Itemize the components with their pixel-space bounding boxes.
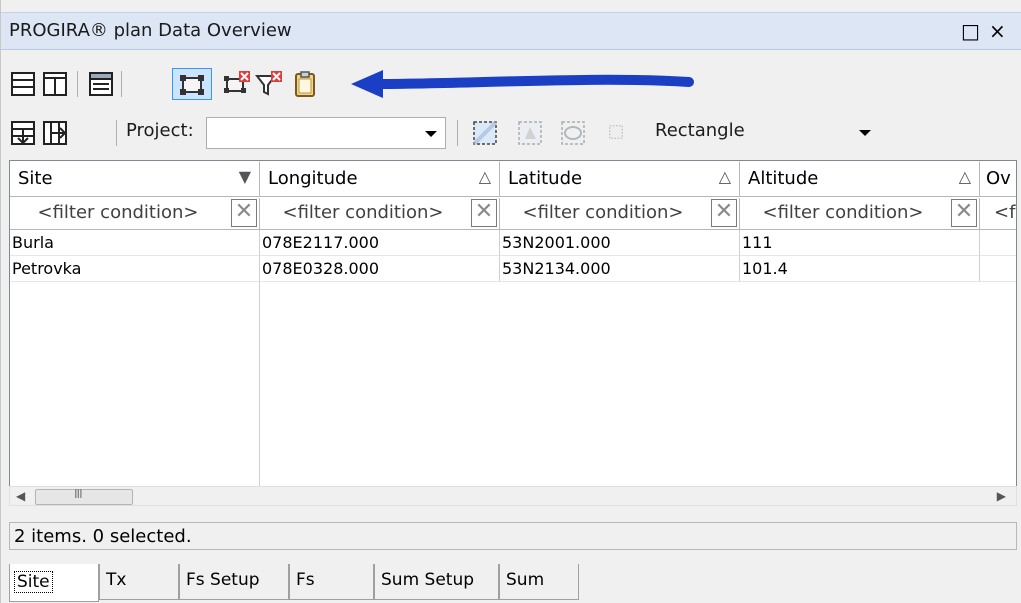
toolbar-separator xyxy=(121,71,122,97)
cell-ov[interactable] xyxy=(980,230,1016,256)
insert-column-icon[interactable] xyxy=(41,119,69,147)
draw-ellipse-icon[interactable] xyxy=(559,119,587,147)
title-bar: PROGIRA® plan Data Overview □ × xyxy=(1,12,1021,50)
column-header-latitude[interactable]: Latitude △ xyxy=(500,161,740,197)
chevron-down-icon xyxy=(859,130,871,136)
cell-site[interactable]: Burla xyxy=(10,230,260,256)
tab-tx[interactable]: Tx xyxy=(99,564,179,600)
select-rectangle-icon[interactable] xyxy=(172,68,212,100)
sort-none-icon: △ xyxy=(718,167,731,186)
status-bar: 2 items. 0 selected. xyxy=(9,522,1017,550)
column-header-site[interactable]: Site ▼ xyxy=(10,161,260,197)
status-text: 2 items. 0 selected. xyxy=(14,526,192,547)
clear-filter-icon[interactable]: ✕ xyxy=(951,199,977,227)
toolbar-separator xyxy=(116,120,117,146)
split-vertical-icon[interactable] xyxy=(41,70,69,98)
sort-descending-icon: ▼ xyxy=(238,167,251,186)
horizontal-scrollbar[interactable]: ◀ III ▶ xyxy=(9,486,1017,506)
close-button[interactable]: × xyxy=(989,18,1006,44)
toolbar-separator xyxy=(457,120,458,146)
list-view-icon[interactable] xyxy=(87,70,115,98)
draw-rectangle-icon[interactable] xyxy=(471,119,499,147)
data-grid: Site ▼ Longitude △ Latitude △ Altitude △… xyxy=(9,160,1017,490)
restore-button[interactable]: □ xyxy=(961,18,980,44)
scrollbar-thumb[interactable]: III xyxy=(35,487,133,505)
filter-cell-site[interactable]: <filter condition> ✕ xyxy=(10,198,260,230)
column-header-ov[interactable]: Ov xyxy=(980,161,1016,197)
cell-altitude[interactable]: 101.4 xyxy=(740,256,980,282)
clipboard-icon[interactable] xyxy=(291,70,319,98)
filter-cell-altitude[interactable]: <filter condition> ✕ xyxy=(740,198,980,230)
column-header-altitude[interactable]: Altitude △ xyxy=(740,161,980,197)
cell-latitude[interactable]: 53N2134.000 xyxy=(500,256,740,282)
filter-cell-ov[interactable]: <f xyxy=(980,198,1016,230)
bottom-tabs: Site Tx Fs Setup Fs Sum Setup Sum xyxy=(9,564,1017,602)
scroll-left-icon[interactable]: ◀ xyxy=(16,489,25,503)
annotation-arrow-icon xyxy=(351,70,694,98)
scroll-right-icon[interactable]: ▶ xyxy=(997,489,1006,503)
tab-fs-setup[interactable]: Fs Setup xyxy=(179,564,289,600)
sort-none-icon: △ xyxy=(478,167,491,186)
data-overview-window: PROGIRA® plan Data Overview □ × Project:… xyxy=(0,0,1021,603)
cell-longitude[interactable]: 078E0328.000 xyxy=(260,256,500,282)
column-header-longitude[interactable]: Longitude △ xyxy=(260,161,500,197)
tab-sum-setup[interactable]: Sum Setup xyxy=(374,564,499,600)
shape-select-value[interactable]: Rectangle xyxy=(655,120,745,141)
cell-site[interactable]: Petrovka xyxy=(10,256,260,282)
window-title: PROGIRA® plan Data Overview xyxy=(9,20,292,41)
tab-fs[interactable]: Fs xyxy=(289,564,374,600)
cell-longitude[interactable]: 078E2117.000 xyxy=(260,230,500,256)
clear-filter-icon[interactable]: ✕ xyxy=(471,199,497,227)
project-label: Project: xyxy=(126,120,194,141)
table-row[interactable]: Burla 078E2117.000 53N2001.000 111 xyxy=(10,230,1016,256)
clear-selection-icon[interactable] xyxy=(223,70,251,98)
tab-sum[interactable]: Sum xyxy=(499,564,579,600)
filter-cell-latitude[interactable]: <filter condition> ✕ xyxy=(500,198,740,230)
shape-select[interactable] xyxy=(831,117,891,149)
table-row[interactable]: Petrovka 078E0328.000 53N2134.000 101.4 xyxy=(10,256,1016,282)
insert-row-icon[interactable] xyxy=(9,119,37,147)
cell-ov[interactable] xyxy=(980,256,1016,282)
clear-filter-icon[interactable] xyxy=(255,70,283,98)
sort-none-icon: △ xyxy=(958,167,971,186)
split-horizontal-icon[interactable] xyxy=(9,70,37,98)
clear-filter-icon[interactable]: ✕ xyxy=(711,199,737,227)
tab-site[interactable]: Site xyxy=(9,564,99,602)
project-toolbar: Project: Rectangle xyxy=(1,112,1021,154)
chevron-down-icon xyxy=(425,131,437,137)
filter-cell-longitude[interactable]: <filter condition> ✕ xyxy=(260,198,500,230)
clear-shape-icon[interactable] xyxy=(605,121,627,143)
clear-filter-icon[interactable]: ✕ xyxy=(231,199,257,227)
project-select[interactable] xyxy=(206,117,446,149)
cell-latitude[interactable]: 53N2001.000 xyxy=(500,230,740,256)
toolbar-separator xyxy=(77,71,78,97)
scrollbar-grip-icon: III xyxy=(74,487,83,501)
draw-polygon-icon[interactable] xyxy=(516,119,544,147)
cell-altitude[interactable]: 111 xyxy=(740,230,980,256)
